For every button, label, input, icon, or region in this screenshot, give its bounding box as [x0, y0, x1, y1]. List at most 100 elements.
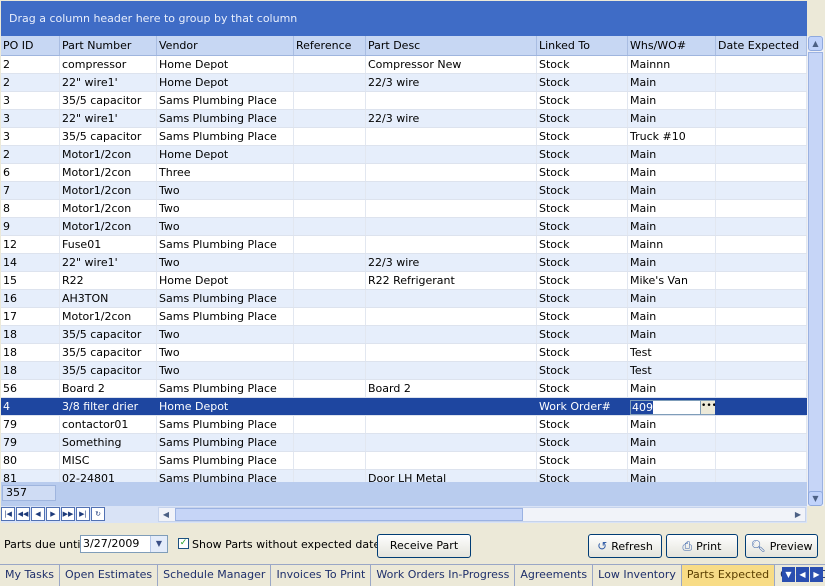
table-cell[interactable]: 2 [1, 56, 60, 73]
first-record-icon[interactable]: |◀ [1, 507, 15, 521]
table-cell[interactable]: Sams Plumbing Place [157, 380, 294, 397]
table-cell[interactable]: Mike's Van [628, 272, 716, 289]
table-cell[interactable]: 22/3 wire [366, 254, 537, 271]
table-row[interactable]: 79 contactor01 Sams Plumbing Place Stock Mai… [1, 416, 807, 434]
tab-list-dropdown-icon[interactable]: ▼ [782, 567, 795, 582]
table-cell[interactable] [716, 146, 807, 163]
table-cell[interactable]: Main [628, 434, 716, 451]
scroll-right-icon[interactable]: ▶ [791, 508, 805, 521]
table-cell[interactable]: AH3TON [60, 290, 157, 307]
table-cell[interactable]: Two [157, 254, 294, 271]
whs-wo-editor-value[interactable]: 409 [631, 401, 653, 414]
table-cell[interactable] [716, 182, 807, 199]
table-cell[interactable] [294, 56, 366, 73]
table-cell[interactable]: 79 [1, 416, 60, 433]
table-row[interactable]: 18 35/5 capacitor Two Stock Main [1, 326, 807, 344]
table-cell[interactable] [294, 92, 366, 109]
table-cell[interactable]: Motor1/2con [60, 146, 157, 163]
table-cell[interactable]: R22 [60, 272, 157, 289]
table-cell[interactable] [294, 434, 366, 451]
receive-part-button[interactable]: Receive Part [377, 534, 471, 558]
table-cell[interactable] [716, 416, 807, 433]
tab-scroll-right-icon[interactable]: ▶ [810, 567, 823, 582]
table-cell[interactable]: Sams Plumbing Place [157, 452, 294, 469]
table-cell[interactable] [716, 200, 807, 217]
column-header-part-number[interactable]: Part Number [60, 36, 157, 55]
table-cell[interactable] [716, 326, 807, 343]
table-cell[interactable] [294, 110, 366, 127]
table-cell[interactable] [294, 452, 366, 469]
table-cell[interactable]: Main [628, 182, 716, 199]
table-cell[interactable]: 9 [1, 218, 60, 235]
table-cell[interactable] [366, 128, 537, 145]
table-cell[interactable] [294, 236, 366, 253]
table-cell[interactable]: Main [628, 452, 716, 469]
table-cell[interactable] [366, 164, 537, 181]
table-cell[interactable]: Home Depot [157, 56, 294, 73]
table-cell[interactable] [294, 326, 366, 343]
table-cell[interactable]: Sams Plumbing Place [157, 470, 294, 482]
table-cell[interactable]: Stock [537, 308, 628, 325]
tab-work-orders-in-progress[interactable]: Work Orders In-Progress [371, 565, 516, 586]
table-cell[interactable]: Sams Plumbing Place [157, 110, 294, 127]
table-cell[interactable] [366, 182, 537, 199]
table-cell[interactable]: Main [628, 380, 716, 397]
table-cell[interactable] [716, 218, 807, 235]
table-cell[interactable] [294, 164, 366, 181]
table-cell[interactable] [294, 218, 366, 235]
table-cell[interactable]: Stock [537, 272, 628, 289]
table-row[interactable]: 18 35/5 capacitor Two Stock Test [1, 362, 807, 380]
table-row[interactable]: 12 Fuse01 Sams Plumbing Place Stock Mainn [1, 236, 807, 254]
table-cell[interactable] [716, 452, 807, 469]
tab-scroll-left-icon[interactable]: ◀ [796, 567, 809, 582]
table-cell[interactable]: Sams Plumbing Place [157, 290, 294, 307]
due-date-picker[interactable]: 3/27/2009 ▼ [80, 535, 168, 553]
table-row[interactable]: 81 02-24801 Sams Plumbing Place Door LH Met… [1, 470, 807, 482]
table-cell[interactable]: Main [628, 470, 716, 482]
table-cell[interactable]: Mainn [628, 236, 716, 253]
table-cell[interactable]: 2 [1, 74, 60, 91]
table-cell[interactable]: Sams Plumbing Place [157, 308, 294, 325]
column-header-vendor[interactable]: Vendor [157, 36, 294, 55]
table-cell[interactable]: Main [628, 110, 716, 127]
table-cell[interactable] [366, 398, 537, 415]
table-cell[interactable]: Stock [537, 380, 628, 397]
column-header-reference[interactable]: Reference [294, 36, 366, 55]
column-header-date-expected[interactable]: Date Expected [716, 36, 807, 55]
tab-schedule-manager[interactable]: Schedule Manager [158, 565, 272, 586]
table-cell[interactable]: Stock [537, 164, 628, 181]
table-cell[interactable]: Mainnn [628, 56, 716, 73]
table-cell[interactable]: Three [157, 164, 294, 181]
table-cell[interactable]: Stock [537, 110, 628, 127]
table-row[interactable]: 79 Something Sams Plumbing Place Stock Main [1, 434, 807, 452]
table-cell[interactable]: Stock [537, 236, 628, 253]
table-cell[interactable]: Motor1/2con [60, 182, 157, 199]
table-cell[interactable]: Main [628, 74, 716, 91]
table-cell[interactable]: Test [628, 344, 716, 361]
table-cell[interactable]: 409 ••• [628, 398, 716, 415]
table-cell[interactable]: 35/5 capacitor [60, 362, 157, 379]
table-cell[interactable]: 81 [1, 470, 60, 482]
ellipsis-button-icon[interactable]: ••• [700, 401, 715, 414]
tab-open-estimates[interactable]: Open Estimates [60, 565, 159, 586]
table-cell[interactable]: Home Depot [157, 74, 294, 91]
table-cell[interactable]: Two [157, 218, 294, 235]
refresh-button[interactable]: ↺ Refresh [588, 534, 662, 558]
table-cell[interactable]: 16 [1, 290, 60, 307]
show-without-date-label[interactable]: Show Parts without expected date [192, 538, 380, 551]
table-row[interactable]: 56 Board 2 Sams Plumbing Place Board 2 Stock… [1, 380, 807, 398]
table-cell[interactable] [716, 254, 807, 271]
table-cell[interactable]: Test [628, 362, 716, 379]
table-row[interactable]: 18 35/5 capacitor Two Stock Test [1, 344, 807, 362]
table-cell[interactable]: 15 [1, 272, 60, 289]
table-cell[interactable]: Motor1/2con [60, 200, 157, 217]
table-cell[interactable]: Main [628, 218, 716, 235]
table-cell[interactable]: Main [628, 146, 716, 163]
table-cell[interactable] [366, 146, 537, 163]
table-cell[interactable]: 35/5 capacitor [60, 344, 157, 361]
table-cell[interactable]: 3 [1, 92, 60, 109]
table-cell[interactable]: 22" wire1' [60, 74, 157, 91]
table-cell[interactable]: Motor1/2con [60, 218, 157, 235]
table-cell[interactable]: Two [157, 344, 294, 361]
column-header-linked-to[interactable]: Linked To [537, 36, 628, 55]
